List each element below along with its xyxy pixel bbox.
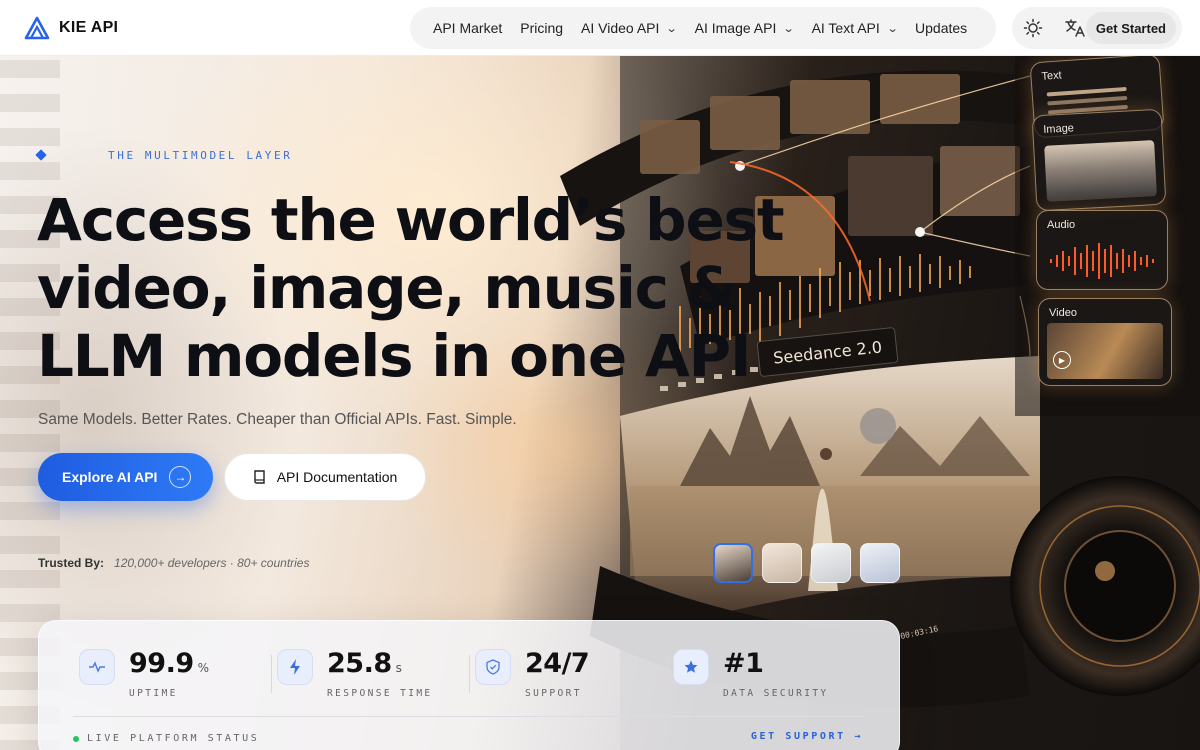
headline-line: video, image, music &	[37, 254, 737, 322]
menu-item-label: API Market	[433, 20, 503, 36]
star-icon	[673, 649, 709, 685]
nav-actions: Get Started	[1012, 7, 1182, 49]
translate-icon	[1065, 19, 1085, 37]
menu-item-pricing[interactable]: Pricing	[511, 20, 572, 36]
api-documentation-button[interactable]: API Documentation	[224, 453, 426, 501]
trusted-value: 120,000+ developers · 80+ countries	[114, 556, 310, 570]
shield-icon	[475, 649, 511, 685]
card-label: Audio	[1047, 219, 1076, 231]
stat-value: 25.8 s	[327, 648, 402, 679]
divider	[271, 655, 272, 693]
chevron-down-icon: ⌄	[886, 22, 899, 35]
stat-label: DATA SECURITY	[723, 688, 829, 699]
play-icon[interactable]: ▶	[1053, 351, 1071, 369]
menu-item-updates[interactable]: Updates	[906, 20, 976, 36]
video-card: Video ▶	[1038, 298, 1172, 386]
top-navigation: KIE API API Market Pricing AI Video API ⌄…	[0, 0, 1200, 56]
status-label: LIVE PLATFORM STATUS	[87, 733, 260, 744]
divider	[667, 655, 668, 693]
waveform-icon	[1050, 243, 1154, 279]
stat-label: SUPPORT	[525, 688, 582, 699]
menu-item-ai-video-api[interactable]: AI Video API ⌄	[572, 20, 686, 36]
status-dot-icon	[73, 735, 79, 742]
menu-item-api-market[interactable]: API Market	[424, 20, 511, 36]
main-menu: API Market Pricing AI Video API ⌄ AI Imag…	[410, 7, 996, 49]
get-support-link[interactable]: GET SUPPORT →	[751, 731, 863, 742]
image-card: Image	[1031, 108, 1167, 212]
text-lines-icon	[1046, 86, 1127, 97]
trusted-by: Trusted By: 120,000+ developers · 80+ co…	[38, 556, 309, 570]
subheadline: Same Models. Better Rates. Cheaper than …	[38, 411, 517, 428]
card-label: Text	[1041, 69, 1063, 83]
gallery-thumb-1[interactable]	[713, 543, 753, 583]
page-title: Access the world’s best video, image, mu…	[37, 186, 797, 390]
stat-label: UPTIME	[129, 688, 178, 699]
theme-toggle-button[interactable]	[1012, 7, 1054, 49]
menu-item-label: AI Text API	[811, 20, 880, 36]
headline-line: Access the world’s best	[37, 186, 785, 254]
eyebrow-text: THE MULTIMODEL LAYER	[108, 149, 293, 162]
card-label: Video	[1049, 307, 1077, 319]
card-label: Image	[1043, 122, 1075, 136]
logo-text: KIE API	[59, 19, 119, 36]
stat-label: RESPONSE TIME	[327, 688, 433, 699]
logo-icon	[24, 16, 50, 40]
button-label: Explore AI API	[62, 469, 158, 485]
stats-panel: 99.9% UPTIME 25.8 s RESPONSE TIME 24/7 SU…	[38, 620, 900, 750]
sun-icon	[1023, 18, 1043, 38]
get-started-button[interactable]: Get Started	[1085, 12, 1176, 44]
menu-item-ai-image-api[interactable]: AI Image API ⌄	[686, 20, 803, 36]
stat-response-time: 25.8 s RESPONSE TIME	[277, 649, 433, 699]
trusted-label: Trusted By:	[38, 556, 105, 570]
gallery-thumb-3[interactable]	[811, 543, 851, 583]
menu-item-label: AI Image API	[694, 20, 777, 36]
chevron-down-icon: ⌄	[666, 22, 679, 35]
pulse-icon	[79, 649, 115, 685]
stat-support: 24/7 SUPPORT	[475, 649, 593, 699]
divider	[469, 655, 470, 693]
live-platform-status: LIVE PLATFORM STATUS	[73, 733, 259, 744]
stat-value: #1	[723, 648, 764, 679]
stat-uptime: 99.9% UPTIME	[79, 649, 209, 699]
button-label: API Documentation	[276, 469, 398, 485]
gallery-thumb-4[interactable]	[860, 543, 900, 583]
menu-item-label: Updates	[915, 20, 968, 36]
menu-item-label: AI Video API	[581, 20, 660, 36]
stat-data-security: #1 DATA SECURITY	[673, 649, 829, 699]
bolt-icon	[277, 649, 313, 685]
stat-value: 99.9%	[129, 648, 209, 679]
image-thumbnail	[1044, 140, 1157, 202]
logo[interactable]: KIE API	[24, 16, 118, 40]
stat-value: 24/7	[525, 648, 590, 679]
headline-line: LLM models in one API	[37, 322, 752, 390]
book-icon	[253, 470, 265, 484]
arrow-right-icon: →	[169, 466, 192, 488]
divider	[73, 716, 865, 717]
gallery-thumb-2[interactable]	[762, 543, 802, 583]
explore-ai-api-button[interactable]: Explore AI API →	[38, 453, 213, 501]
menu-item-ai-text-api[interactable]: AI Text API ⌄	[803, 20, 906, 36]
audio-card: Audio	[1036, 210, 1168, 290]
menu-item-label: Pricing	[520, 20, 564, 36]
chevron-down-icon: ⌄	[782, 22, 795, 35]
